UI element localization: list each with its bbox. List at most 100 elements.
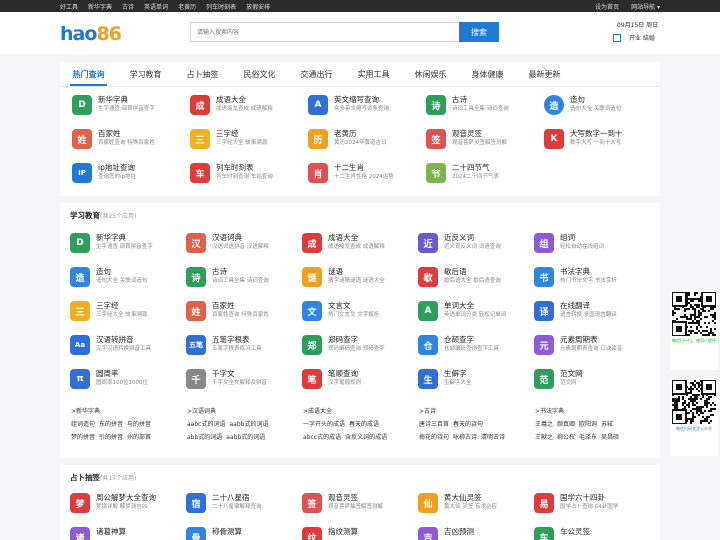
app-item[interactable]: D 新华字典 生字速查 部首拼音查字 (70, 233, 153, 253)
link-item[interactable]: aabc式的词语 (187, 421, 225, 428)
tab-item[interactable]: 身体健康 (459, 62, 516, 86)
top-link[interactable]: 老黄历 (178, 2, 196, 11)
app-item[interactable]: 造造句 造句大全 关联词造句 (544, 95, 621, 115)
app-item[interactable]: 签观音灵签 观音菩萨灵签解签测解 (426, 129, 507, 149)
link-column-header[interactable]: >古诗 (419, 405, 509, 418)
link-item[interactable]: 组词造句 (71, 421, 95, 428)
app-item[interactable]: 诗古诗 诗词工具全集 诗词查询 (186, 267, 269, 287)
app-item[interactable]: 成成语大全 成语接龙查成 成语解释 (190, 95, 273, 115)
app-item[interactable]: 易国学六十四卦 国学占卜查询 64卦国学 (534, 493, 618, 513)
link-item[interactable]: 咏柳古诗 (453, 434, 477, 441)
app-item[interactable]: 千千字文 千字文全文解释及拼音 (186, 369, 267, 389)
app-item[interactable]: K 大写数字一到十 数字大写 一到十大写 (544, 129, 623, 149)
top-link[interactable]: 新华字典 (88, 2, 112, 11)
link-item[interactable]: 引的拼音 (99, 434, 123, 441)
link-item[interactable]: 清明古诗 (481, 434, 505, 441)
top-link[interactable]: 古诗 (122, 2, 134, 11)
app-item[interactable]: 诗古诗 诗词工具全集 诗词查询 (426, 95, 509, 115)
link-item[interactable]: 苏轼 (601, 421, 613, 428)
app-item[interactable]: 梦周公解梦大全查询 梦境详解 解梦测吉凶 (70, 493, 156, 513)
link-item[interactable]: 欧阳询 (579, 421, 597, 428)
app-item[interactable]: 三三字经 三字经大全 故事溯源 (190, 129, 267, 149)
app-item[interactable]: 三三字经 三字经大全 故事溯源 (70, 301, 147, 321)
tab-item[interactable]: 学习教育 (117, 62, 174, 86)
link-item[interactable]: 柳公权 (557, 434, 575, 441)
link-item[interactable]: abcc式的成语 (303, 434, 341, 441)
app-item[interactable]: 骨称骨测算 (186, 527, 242, 540)
link-item[interactable]: 王献之 (535, 434, 553, 441)
app-item[interactable]: 组组词 轻松自动在线组词 (534, 233, 604, 253)
app-item[interactable]: 仓仓颉查字 仓颉编码查询查字工具 (418, 335, 499, 355)
search-input[interactable] (191, 23, 459, 41)
top-link[interactable]: 好工具 (60, 2, 78, 11)
app-item[interactable]: 纹指纹测算 (302, 527, 358, 540)
app-item[interactable]: 姓百家姓 百家姓查询 特殊百家姓 (72, 129, 155, 149)
app-item[interactable]: 谜谜语 猜字谜猜谜语 谜语大全 (302, 267, 385, 287)
top-right-link[interactable]: 网站导航 ▾ (631, 2, 660, 11)
link-item[interactable]: 梦的拼音 (71, 434, 95, 441)
link-item[interactable]: 吴昌硕 (601, 434, 619, 441)
tab-item[interactable]: 民俗文化 (231, 62, 288, 86)
link-column-header[interactable]: >新华字典 (71, 405, 155, 418)
search-button[interactable]: 搜索 (459, 22, 499, 42)
top-link[interactable]: 放假安排 (246, 2, 270, 11)
tab-item[interactable]: 休闲娱乐 (402, 62, 459, 86)
app-item[interactable]: A 英文缩写查询 众多英文缩写词条查询 (308, 95, 389, 115)
site-logo[interactable]: hao86 (60, 23, 122, 45)
link-item[interactable]: aabb式的词语 (226, 434, 265, 441)
app-item[interactable]: 译在线翻译 语言转换 多国语言翻译 (534, 301, 617, 321)
link-item[interactable]: 王羲之 (535, 421, 553, 428)
app-item[interactable]: 元元素周期表 元素周期表查询 口诀读音 (534, 335, 622, 355)
link-item[interactable]: abb式的词语 (187, 434, 222, 441)
link-column-header[interactable]: >成语大全 (303, 405, 391, 418)
qr-code-miniprogram[interactable] (671, 291, 717, 337)
link-item[interactable]: 毛泽东 (579, 434, 597, 441)
link-item[interactable]: 一字开头的成语 (303, 421, 345, 428)
top-link[interactable]: 列车时刻表 (206, 2, 236, 11)
app-item[interactable]: 造造句 造句大全 关联词造句 (70, 267, 147, 287)
app-item[interactable]: 吉吉凶预测 (418, 527, 474, 540)
app-item[interactable]: Aa 汉语转拼音 汉字汉语转换拼音工具 (70, 335, 151, 355)
app-item[interactable]: 郑郑码查字 郑码编码查询 郑码查字 (302, 335, 385, 355)
app-item[interactable]: 车车公灵签 (534, 527, 590, 540)
link-item[interactable]: 颜真卿 (557, 421, 575, 428)
link-item[interactable]: 唐诗三百首 (419, 421, 449, 428)
app-item[interactable]: 书书法字典 热门书法文字 书法赏析 (534, 267, 617, 287)
app-item[interactable]: A 单词大全 英语单词分类 轻松记单词 (418, 301, 506, 321)
link-item[interactable]: 春天的成语 (349, 421, 379, 428)
app-item[interactable]: 节二十四节气 2024二十四节气表 (426, 163, 499, 183)
app-item[interactable]: 五笔 五笔字根表 五笔字根表练习工具 (186, 335, 262, 355)
app-item[interactable]: 历老黄历 黄历2024年黄道吉日 (308, 129, 387, 149)
app-item[interactable]: 近近反义词 近义词反义词 词语查询 (418, 233, 501, 253)
app-item[interactable]: 成成语大全 成语接龙查成 成语解释 (302, 233, 385, 253)
tab-item[interactable]: 交通出行 (288, 62, 345, 86)
app-item[interactable]: 笔笔顺查询 汉字笔顺规则 (302, 369, 361, 389)
app-item[interactable]: 姓百家姓 百家姓查询 特殊百家姓 (186, 301, 269, 321)
link-item[interactable]: 春天的诗句 (453, 421, 483, 428)
app-item[interactable]: IP ip地址查询 查询您的ip地址 (72, 163, 136, 183)
app-item[interactable]: 范范文网 范文网 (534, 369, 583, 389)
top-link[interactable]: 英语单词 (144, 2, 168, 11)
app-item[interactable]: 仙黄大仙灵签 黄大仙 灵签 有求必应 (418, 493, 497, 513)
tab-item[interactable]: 热门查询 (60, 62, 117, 86)
link-item[interactable]: 与的拼音 (127, 421, 151, 428)
link-column-header[interactable]: >汉语词典 (187, 405, 272, 418)
app-item[interactable]: 宿二十八星宿 二十八星宿解释查询 (186, 493, 262, 513)
tab-item[interactable]: 占卜抽签 (174, 62, 231, 86)
top-right-link[interactable]: 设为首页 (595, 2, 619, 11)
app-item[interactable]: 诸诸葛神算 (70, 527, 126, 540)
app-item[interactable]: 生生僻字 生僻字大全 (418, 369, 472, 389)
link-item[interactable]: 含反义词的成语 (345, 434, 387, 441)
qr-code-official-account[interactable] (671, 379, 717, 425)
tab-item[interactable]: 最新更新 (516, 62, 573, 86)
app-item[interactable]: 汉汉语词典 汉语词语拼音 汉语解释 (186, 233, 269, 253)
calendar-info[interactable]: 开业 结婚 (613, 33, 655, 42)
tab-item[interactable]: 实用工具 (345, 62, 402, 86)
app-item[interactable]: 歇歇后语 歇后语大全 歇后语查询 (418, 267, 501, 287)
link-item[interactable]: 东的拼音 (99, 421, 123, 428)
app-item[interactable]: 肖十二生肖 十二生肖性格 2024运势 (308, 163, 394, 183)
link-column-header[interactable]: >书法字典 (535, 405, 623, 418)
app-item[interactable]: 签观音灵签 观音菩萨抽签解签测解 (302, 493, 383, 513)
app-item[interactable]: D 新华字典 生字速查 部首拼音查字 (72, 95, 155, 115)
app-item[interactable]: 车列车时刻表 列车时刻查询 车站查询 (190, 163, 273, 183)
